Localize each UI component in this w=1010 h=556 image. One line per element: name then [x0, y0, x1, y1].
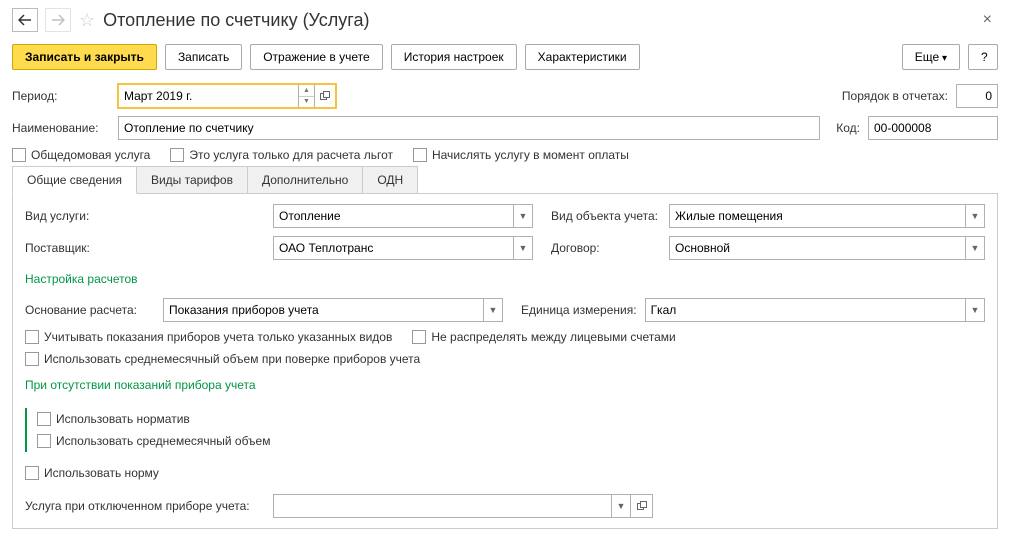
- name-input[interactable]: [118, 116, 820, 140]
- period-spinner-down[interactable]: ▼: [299, 97, 314, 108]
- calc-basis-input[interactable]: [163, 298, 483, 322]
- supplier-dropdown[interactable]: ▼: [513, 236, 533, 260]
- service-type-dropdown[interactable]: ▼: [513, 204, 533, 228]
- more-button[interactable]: Еще: [902, 44, 960, 70]
- no-readings-title: При отсутствии показаний прибора учета: [25, 378, 985, 392]
- avg-volume-check-label: Использовать среднемесячный объем при по…: [44, 352, 420, 366]
- save-and-close-button[interactable]: Записать и закрыть: [12, 44, 157, 70]
- disabled-service-open[interactable]: [631, 494, 653, 518]
- common-service-label: Общедомовая услуга: [31, 148, 150, 162]
- object-type-label: Вид объекта учета:: [551, 209, 661, 223]
- period-label: Период:: [12, 89, 110, 103]
- name-label: Наименование:: [12, 121, 110, 135]
- supplier-label: Поставщик:: [25, 241, 265, 255]
- supplier-input[interactable]: [273, 236, 513, 260]
- help-button[interactable]: ?: [968, 44, 998, 70]
- no-distribute-checkbox[interactable]: [412, 330, 426, 344]
- service-type-label: Вид услуги:: [25, 209, 265, 223]
- object-type-dropdown[interactable]: ▼: [965, 204, 985, 228]
- avg-volume-check-checkbox[interactable]: [25, 352, 39, 366]
- close-button[interactable]: ×: [977, 9, 998, 31]
- period-spinner-up[interactable]: ▲: [299, 85, 314, 97]
- service-type-input[interactable]: [273, 204, 513, 228]
- common-service-checkbox[interactable]: [12, 148, 26, 162]
- disabled-service-input[interactable]: [273, 494, 611, 518]
- charge-on-payment-checkbox[interactable]: [413, 148, 427, 162]
- disabled-service-dropdown[interactable]: ▼: [611, 494, 631, 518]
- use-norm-checkbox[interactable]: [37, 412, 51, 426]
- object-type-input[interactable]: [669, 204, 965, 228]
- unit-input[interactable]: [645, 298, 965, 322]
- code-label: Код:: [836, 121, 860, 135]
- nav-back-button[interactable]: [12, 8, 38, 32]
- arrow-right-icon: [51, 14, 65, 26]
- period-input-group: ▲ ▼: [118, 84, 336, 108]
- order-label: Порядок в отчетах:: [842, 89, 948, 103]
- contract-input[interactable]: [669, 236, 965, 260]
- characteristics-button[interactable]: Характеристики: [525, 44, 640, 70]
- specified-types-checkbox[interactable]: [25, 330, 39, 344]
- use-norma-checkbox[interactable]: [25, 466, 39, 480]
- no-distribute-label: Не распределять между лицевыми счетами: [431, 330, 675, 344]
- charge-on-payment-label: Начислять услугу в момент оплаты: [432, 148, 629, 162]
- tab-general[interactable]: Общие сведения: [12, 166, 137, 194]
- contract-label: Договор:: [551, 241, 661, 255]
- use-norm-label: Использовать норматив: [56, 412, 190, 426]
- benefits-only-checkbox[interactable]: [170, 148, 184, 162]
- save-button[interactable]: Записать: [165, 44, 242, 70]
- calc-basis-label: Основание расчета:: [25, 303, 155, 317]
- open-dialog-icon: [320, 91, 330, 101]
- use-norma-label: Использовать норму: [44, 466, 159, 480]
- tab-tariffs[interactable]: Виды тарифов: [136, 166, 248, 193]
- code-input[interactable]: [868, 116, 998, 140]
- favorite-star-icon[interactable]: ☆: [79, 10, 95, 31]
- history-button[interactable]: История настроек: [391, 44, 517, 70]
- contract-dropdown[interactable]: ▼: [965, 236, 985, 260]
- no-readings-block: Использовать норматив Использовать средн…: [25, 408, 985, 452]
- page-title: Отопление по счетчику (Услуга): [103, 10, 369, 31]
- unit-label: Единица измерения:: [521, 303, 637, 317]
- reflect-button[interactable]: Отражение в учете: [250, 44, 383, 70]
- use-avg-checkbox[interactable]: [37, 434, 51, 448]
- tab-odn[interactable]: ОДН: [362, 166, 418, 193]
- order-input[interactable]: [956, 84, 998, 108]
- use-avg-label: Использовать среднемесячный объем: [56, 434, 270, 448]
- calc-settings-title: Настройка расчетов: [25, 272, 985, 286]
- specified-types-label: Учитывать показания приборов учета тольк…: [44, 330, 392, 344]
- tab-additional[interactable]: Дополнительно: [247, 166, 363, 193]
- disabled-service-label: Услуга при отключенном приборе учета:: [25, 499, 265, 513]
- open-dialog-icon: [637, 501, 647, 511]
- calc-basis-dropdown[interactable]: ▼: [483, 298, 503, 322]
- benefits-only-label: Это услуга только для расчета льгот: [189, 148, 393, 162]
- period-open-button[interactable]: [314, 84, 336, 108]
- period-input[interactable]: [118, 84, 298, 108]
- nav-forward-button[interactable]: [45, 8, 71, 32]
- unit-dropdown[interactable]: ▼: [965, 298, 985, 322]
- period-spinner: ▲ ▼: [298, 84, 314, 108]
- arrow-left-icon: [18, 14, 32, 26]
